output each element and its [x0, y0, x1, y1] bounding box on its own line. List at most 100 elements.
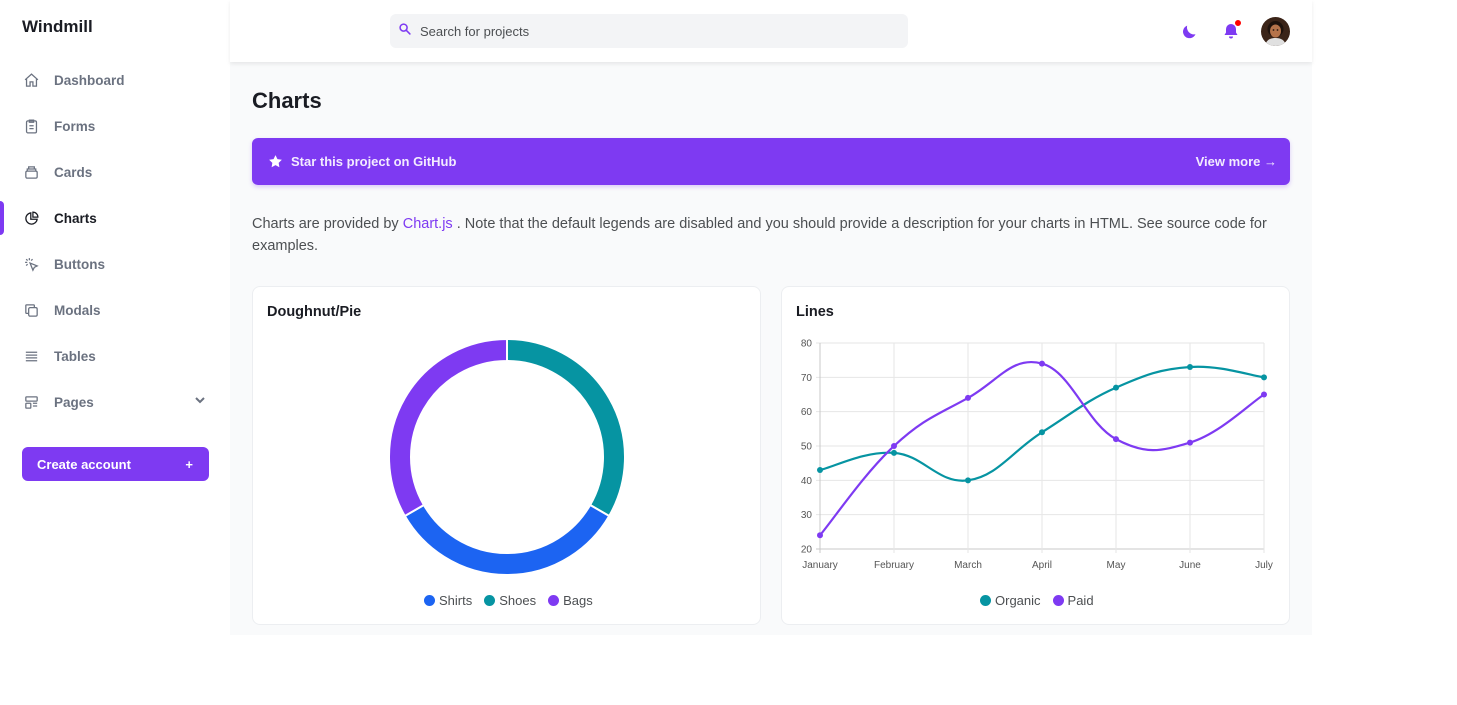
legend-dot [1052, 595, 1064, 606]
doughnut-slice-shirts[interactable] [403, 503, 611, 576]
x-tick-label: February [874, 560, 914, 571]
doughnut-legend: Shirts Shoes Bags [424, 593, 605, 608]
avatar[interactable] [1261, 17, 1290, 46]
y-tick-label: 70 [801, 373, 813, 384]
legend-dot [484, 595, 496, 606]
data-point-organic[interactable] [1039, 429, 1045, 436]
legend-label: Shoes [499, 593, 537, 608]
sidebar-item-forms[interactable]: Forms [0, 103, 230, 149]
y-tick-label: 60 [801, 407, 813, 418]
data-point-organic[interactable] [965, 477, 971, 484]
doughnut-chart-card: Doughnut/Pie Shirts Shoes Bags [252, 286, 761, 625]
x-tick-label: May [1107, 560, 1126, 571]
x-tick-label: April [1032, 560, 1052, 571]
legend-dot [424, 595, 435, 606]
sidebar-item-label: Buttons [54, 256, 105, 272]
duplicate-icon [22, 301, 40, 319]
sidebar-item-label: Charts [54, 210, 97, 226]
sidebar-item-label: Modals [54, 302, 101, 318]
github-star-banner[interactable]: Star this project on GitHub View more → [252, 138, 1290, 185]
page-title: Charts [252, 88, 322, 113]
data-point-paid[interactable] [1039, 360, 1045, 367]
top-header [230, 0, 1312, 62]
line-legend: Organic Paid [980, 593, 1106, 608]
create-account-button[interactable]: Create account + [22, 447, 209, 481]
legend-item: Shirts [424, 593, 472, 608]
sidebar-item-label: Cards [54, 164, 93, 180]
y-tick-label: 20 [801, 545, 813, 556]
legend-item: Paid [1052, 593, 1094, 608]
sidebar-item-cards[interactable]: Cards [0, 149, 230, 195]
main-content: Charts Star this project on GitHub View … [230, 62, 1312, 635]
plus-icon: + [185, 456, 193, 472]
banner-view-more-link[interactable]: View more → [1196, 154, 1277, 169]
search-input[interactable] [420, 23, 890, 39]
sidebar-item-tables[interactable]: Tables [0, 333, 230, 379]
chartjs-link[interactable]: Chart.js [403, 216, 453, 232]
brand-logo[interactable]: Windmill [22, 17, 93, 37]
banner-text: Star this project on GitHub [291, 154, 457, 169]
sidebar-item-label: Pages [54, 394, 94, 410]
x-tick-label: January [802, 560, 838, 571]
data-point-paid[interactable] [891, 443, 897, 449]
chevron-down-icon[interactable] [194, 394, 206, 406]
description-text-before: Charts are provided by [252, 216, 403, 232]
sidebar-item-label: Tables [54, 348, 96, 364]
clipboard-icon [22, 117, 40, 135]
y-tick-label: 50 [801, 442, 813, 453]
star-icon [269, 155, 282, 168]
legend-label: Paid [1067, 593, 1094, 608]
data-point-paid[interactable] [817, 532, 823, 539]
sidebar-item-dashboard[interactable]: Dashboard [0, 57, 230, 103]
home-icon [22, 71, 40, 89]
x-tick-label: June [1179, 560, 1201, 571]
bell-icon[interactable] [1221, 19, 1242, 41]
legend-label: Bags [563, 593, 593, 608]
x-tick-label: July [1255, 560, 1273, 571]
doughnut-slice-shoes[interactable] [506, 337, 626, 518]
create-account-label: Create account [37, 456, 131, 472]
data-point-organic[interactable] [1187, 364, 1193, 371]
template-icon [22, 393, 40, 411]
legend-item: Bags [548, 593, 593, 608]
legend-item: Organic [980, 593, 1041, 608]
charts-description: Charts are provided by Chart.js . Note t… [252, 213, 1292, 257]
banner-left: Star this project on GitHub [268, 154, 456, 169]
x-tick-label: March [954, 560, 982, 571]
y-tick-label: 40 [801, 476, 813, 487]
sidebar-item-buttons[interactable]: Buttons [0, 241, 230, 287]
sidebar-item-modals[interactable]: Modals [0, 287, 230, 333]
data-point-paid[interactable] [965, 394, 971, 401]
search-icon [398, 22, 412, 41]
data-point-organic[interactable] [1261, 374, 1267, 381]
legend-label: Shirts [439, 593, 473, 608]
sidebar-item-label: Forms [54, 118, 96, 134]
y-tick-label: 30 [801, 510, 813, 521]
app: Windmill Dashboard Forms Cards Charts Bu… [0, 0, 1457, 705]
notification-badge [1234, 19, 1242, 27]
legend-item: Shoes [484, 593, 536, 608]
legend-dot [980, 595, 991, 606]
sidebar: Windmill Dashboard Forms Cards Charts Bu… [0, 0, 230, 705]
data-point-organic[interactable] [817, 467, 823, 474]
data-point-organic[interactable] [1113, 384, 1119, 391]
table-icon [22, 347, 40, 365]
sidebar-item-label: Dashboard [54, 72, 125, 88]
legend-dot [548, 595, 560, 606]
doughnut-slice-bags[interactable] [388, 337, 508, 518]
search-bar [390, 14, 908, 48]
y-tick-label: 80 [801, 339, 813, 350]
data-point-organic[interactable] [891, 449, 897, 456]
sidebar-nav: Dashboard Forms Cards Charts Buttons Mod… [0, 57, 230, 425]
sidebar-item-pages[interactable]: Pages [0, 379, 230, 425]
line-chart-card: Lines 20 30 40 50 60 70 80 January February March… [781, 286, 1290, 625]
cards-icon [22, 163, 40, 181]
data-point-paid[interactable] [1187, 439, 1193, 446]
data-point-paid[interactable] [1113, 436, 1119, 443]
cursor-click-icon [22, 255, 40, 273]
legend-label: Organic [995, 593, 1041, 608]
moon-icon[interactable] [1180, 21, 1200, 41]
pie-chart-icon [22, 209, 40, 227]
data-point-paid[interactable] [1261, 391, 1267, 398]
sidebar-item-charts[interactable]: Charts [0, 195, 230, 241]
